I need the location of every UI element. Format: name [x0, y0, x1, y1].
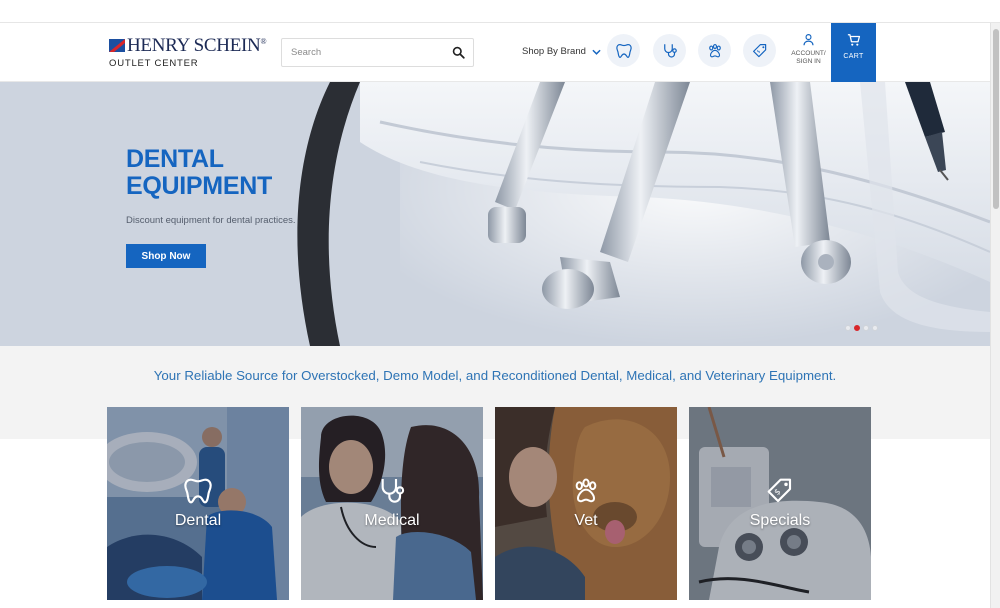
- henry-schein-logo[interactable]: HENRY SCHEIN® OUTLET CENTER: [109, 35, 279, 74]
- vet-category-button[interactable]: [698, 34, 731, 67]
- carousel-dot[interactable]: [845, 325, 851, 331]
- dental-handpieces-image: [0, 82, 990, 346]
- tooth-icon: [615, 43, 632, 58]
- tagline-text: Your Reliable Source for Overstocked, De…: [153, 368, 837, 383]
- hero-banner: DENTAL EQUIPMENT Discount equipment for …: [0, 82, 990, 346]
- hero-title: DENTAL EQUIPMENT: [126, 145, 272, 200]
- scrollbar-thumb[interactable]: [993, 29, 999, 209]
- tag-icon: $: [752, 43, 766, 57]
- shop-now-button[interactable]: Shop Now: [126, 244, 206, 268]
- vet-tile-label: Vet: [574, 512, 598, 529]
- vet-category-tile[interactable]: Vet: [495, 407, 677, 600]
- search-box: [281, 38, 474, 67]
- stethoscope-icon: [381, 479, 405, 503]
- carousel-dot-active[interactable]: [854, 325, 860, 331]
- dental-category-button[interactable]: [607, 34, 640, 67]
- cart-button[interactable]: CART: [831, 23, 876, 82]
- cart-label: CART: [843, 53, 864, 60]
- user-icon: [803, 34, 814, 46]
- page: HENRY SCHEIN® OUTLET CENTER Shop By Bran…: [0, 0, 1000, 608]
- tooth-icon: [184, 478, 212, 504]
- carousel-dots: [845, 325, 878, 331]
- logo-text: HENRY SCHEIN®: [127, 35, 267, 56]
- shop-by-brand-menu[interactable]: Shop By Brand: [522, 46, 601, 57]
- account-label: ACCOUNT/ SIGN IN: [791, 50, 826, 65]
- cart-icon: [847, 34, 860, 46]
- tag-icon: $: [767, 478, 792, 503]
- stethoscope-icon: [663, 43, 677, 58]
- browser-top-strip: [0, 0, 1000, 23]
- shop-by-brand-label: Shop By Brand: [522, 46, 586, 57]
- logo-subtitle: OUTLET CENTER: [109, 58, 199, 69]
- hero-subtitle: Discount equipment for dental practices.: [126, 215, 296, 226]
- carousel-dot[interactable]: [863, 325, 869, 331]
- medical-category-tile[interactable]: Medical: [301, 407, 483, 600]
- search-icon[interactable]: [452, 46, 465, 59]
- logo-flag-icon: [109, 39, 125, 52]
- specials-category-tile[interactable]: $ Specials: [689, 407, 871, 600]
- account-sign-in-button[interactable]: ACCOUNT/ SIGN IN: [786, 23, 831, 82]
- dental-category-tile[interactable]: Dental: [107, 407, 289, 600]
- search-input[interactable]: [282, 39, 447, 66]
- paw-icon: [575, 478, 597, 503]
- specials-tile-label: Specials: [749, 512, 811, 529]
- dental-tile-label: Dental: [174, 512, 222, 529]
- paw-icon: [708, 43, 721, 57]
- chevron-down-icon: [592, 49, 601, 55]
- medical-category-button[interactable]: [653, 34, 686, 67]
- site-header: HENRY SCHEIN® OUTLET CENTER Shop By Bran…: [0, 23, 990, 82]
- specials-category-button[interactable]: $: [743, 34, 776, 67]
- page-scrollbar[interactable]: [990, 23, 1000, 608]
- medical-tile-label: Medical: [364, 512, 420, 529]
- carousel-dot[interactable]: [872, 325, 878, 331]
